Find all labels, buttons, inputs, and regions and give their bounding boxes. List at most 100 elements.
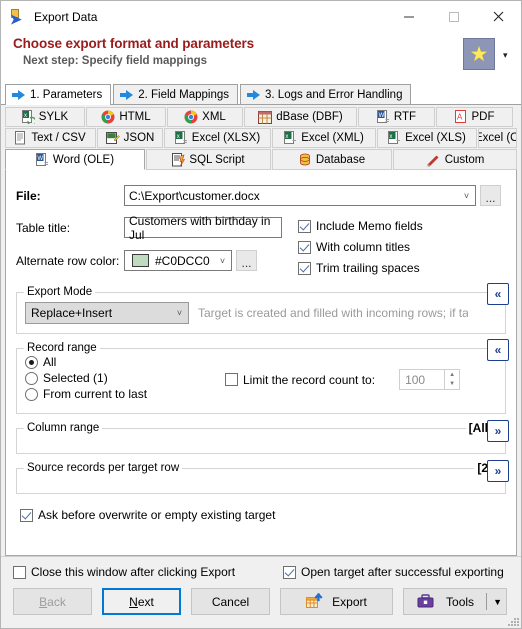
format-tab-database[interactable]: Database — [272, 149, 392, 170]
column-range-expand-button[interactable]: » — [487, 420, 509, 442]
record-range-all-row[interactable]: All — [25, 355, 225, 369]
format-tab-json[interactable]: JSON — [97, 128, 163, 148]
json-icon — [105, 132, 120, 144]
pdf-icon: A — [454, 110, 466, 123]
record-range-all-radio[interactable] — [25, 355, 38, 369]
export-button[interactable]: Export — [280, 588, 393, 615]
window-controls — [386, 1, 521, 32]
format-tab-sql-script-label: SQL Script — [189, 153, 245, 166]
close-icon[interactable] — [476, 1, 521, 32]
format-tab-excel-xml-label: Excel (XML) — [301, 132, 364, 144]
format-tab-rtf[interactable]: W RTF — [358, 107, 435, 127]
star-icon: ★ — [469, 42, 489, 66]
with-column-titles-checkbox[interactable] — [298, 240, 311, 254]
table-title-input[interactable]: Customers with birthday in Jul — [124, 214, 282, 242]
back-button[interactable]: Back — [13, 588, 92, 615]
tab-logs-and-error-handling[interactable]: 3. Logs and Error Handling — [240, 84, 412, 104]
tools-button-label: Tools — [446, 594, 475, 609]
alt-row-color-value: #C0DCC0 — [155, 253, 210, 268]
format-tab-custom[interactable]: Custom — [393, 149, 517, 170]
export-mode-collapse-button[interactable]: « — [487, 283, 509, 305]
format-tab-word-ole-label: Word (OLE) — [52, 153, 115, 166]
record-range-group: Record range All Selected (1) From curre… — [16, 339, 509, 414]
next-button[interactable]: Next — [102, 588, 181, 615]
format-tab-sql-script[interactable]: SQL Script — [146, 149, 271, 170]
cancel-button[interactable]: Cancel — [191, 588, 270, 615]
tools-button[interactable]: Tools ▼ — [403, 588, 507, 615]
open-target-row[interactable]: Open target after successful exporting — [283, 565, 504, 579]
column-range-group: Column range [All] » — [16, 420, 509, 454]
ask-before-overwrite-checkbox[interactable] — [20, 508, 33, 522]
format-tab-pdf[interactable]: A PDF — [436, 107, 513, 127]
trim-trailing-spaces-checkbox[interactable] — [298, 261, 311, 275]
limit-record-count-row: Limit the record count to: 100 ▲ ▼ — [225, 369, 461, 390]
close-after-export-row[interactable]: Close this window after clicking Export — [13, 565, 283, 579]
format-tab-excel-ole[interactable]: x Excel (OLE) — [478, 128, 517, 148]
format-tab-word-ole[interactable]: W Word (OLE) — [5, 149, 145, 170]
chevron-down-icon[interactable]: ˅ — [171, 304, 188, 323]
chrome-icon — [101, 110, 115, 124]
alt-row-color-combo[interactable]: #C0DCC0 ˅ — [124, 250, 232, 271]
file-browse-button[interactable]: ... — [480, 185, 501, 206]
record-range-current-radio[interactable] — [25, 387, 38, 401]
format-tab-custom-label: Custom — [444, 153, 485, 166]
svg-text:W: W — [379, 113, 385, 119]
record-range-current-row[interactable]: From current to last — [25, 387, 225, 401]
format-tab-sylk[interactable]: x SYLK — [5, 107, 85, 127]
sql-script-icon — [172, 152, 186, 166]
format-tab-excel-xml[interactable]: x Excel (XML) — [272, 128, 376, 148]
limit-record-count-value: 100 — [399, 369, 446, 390]
stepper-down-icon[interactable]: ▼ — [445, 380, 459, 390]
maximize-icon[interactable] — [431, 1, 476, 32]
record-range-all-label: All — [43, 355, 57, 369]
tab-parameters[interactable]: 1. Parameters — [5, 84, 112, 105]
page-subtitle: Next step: Specify field mappings — [23, 55, 208, 67]
include-memo-fields-row[interactable]: Include Memo fields — [298, 219, 423, 233]
trim-trailing-spaces-row[interactable]: Trim trailing spaces — [298, 261, 423, 275]
arrow-right-icon — [247, 89, 261, 100]
record-range-title: Record range — [24, 342, 100, 354]
source-records-group: Source records per target row [2] » — [16, 460, 509, 494]
file-input[interactable]: C:\Export\customer.docx ˅ — [124, 185, 476, 206]
tab-field-mappings[interactable]: 2. Field Mappings — [113, 84, 239, 104]
resize-grip[interactable] — [508, 616, 519, 626]
alt-row-color-browse-button[interactable]: ... — [236, 250, 257, 271]
favorites-dropdown-icon[interactable]: ▾ — [503, 50, 513, 60]
record-range-selected-radio[interactable] — [25, 371, 38, 385]
chevron-down-icon[interactable]: ˅ — [458, 186, 475, 205]
favorites-button[interactable]: ★ — [463, 38, 495, 70]
format-tab-sylk-label: SYLK — [38, 111, 69, 123]
ask-before-overwrite-row[interactable]: Ask before overwrite or empty existing t… — [16, 508, 506, 522]
limit-record-count-checkbox[interactable] — [225, 373, 238, 386]
export-mode-select[interactable]: Replace+Insert ˅ — [25, 302, 189, 324]
file-input-value: C:\Export\customer.docx — [129, 188, 260, 203]
source-records-expand-button[interactable]: » — [487, 460, 509, 482]
record-range-collapse-button[interactable]: « — [487, 339, 509, 361]
format-tab-xml[interactable]: XML — [167, 107, 243, 127]
record-range-selected-row[interactable]: Selected (1) — [25, 371, 225, 385]
close-after-export-checkbox[interactable] — [13, 565, 26, 579]
format-tab-html[interactable]: HTML — [86, 107, 166, 127]
svg-text:x: x — [24, 113, 27, 119]
format-tab-excel-xls[interactable]: x Excel (XLS) — [377, 128, 477, 148]
page-title: Choose export format and parameters — [13, 36, 255, 51]
with-column-titles-row[interactable]: With column titles — [298, 240, 423, 254]
tab-field-mappings-label: 2. Field Mappings — [138, 88, 230, 101]
minimize-icon[interactable] — [386, 1, 431, 32]
parameters-panel: File: C:\Export\customer.docx ˅ ... Tabl… — [5, 170, 517, 556]
export-table-icon — [306, 593, 323, 608]
format-tab-text-csv[interactable]: Text / CSV — [5, 128, 96, 148]
include-memo-fields-checkbox[interactable] — [298, 219, 311, 233]
limit-record-count-stepper[interactable]: 100 ▲ ▼ — [399, 369, 461, 390]
text-file-icon — [15, 131, 26, 145]
tools-dropdown-icon[interactable]: ▼ — [493, 597, 502, 607]
svg-text:W: W — [37, 156, 43, 162]
open-target-label: Open target after successful exporting — [301, 565, 504, 579]
open-target-checkbox[interactable] — [283, 565, 296, 579]
format-tab-excel-xlsx[interactable]: x Excel (XLSX) — [164, 128, 271, 148]
format-tab-dbase[interactable]: dBase (DBF) — [244, 107, 357, 127]
window-title: Export Data — [34, 9, 98, 24]
stepper-up-icon[interactable]: ▲ — [445, 370, 459, 380]
file-row: File: C:\Export\customer.docx ˅ ... — [16, 185, 506, 206]
chevron-down-icon[interactable]: ˅ — [214, 251, 231, 270]
